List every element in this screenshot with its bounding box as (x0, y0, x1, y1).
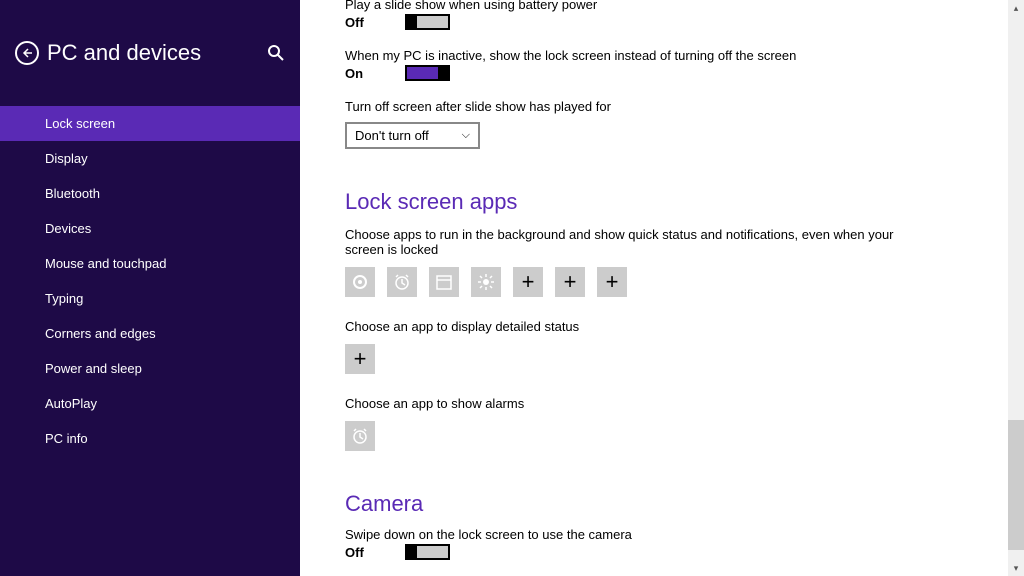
quick-status-tiles: + + + (345, 267, 964, 297)
sidebar-item-label: Lock screen (45, 116, 115, 131)
search-icon[interactable] (267, 44, 285, 62)
sidebar-item-label: Devices (45, 221, 91, 236)
quick-status-tile-3[interactable] (429, 267, 459, 297)
back-button[interactable] (15, 41, 39, 65)
scroll-down-button[interactable]: ▾ (1008, 560, 1024, 576)
lock-apps-title: Lock screen apps (345, 189, 964, 215)
turn-off-value: Don't turn off (355, 128, 429, 143)
sidebar: PC and devices Lock screen Display Bluet… (0, 0, 300, 576)
camera-desc: Swipe down on the lock screen to use the… (345, 527, 925, 542)
plus-icon: + (564, 269, 577, 295)
inactive-lockscreen-state: On (345, 66, 375, 81)
sidebar-item-label: Display (45, 151, 88, 166)
camera-state: Off (345, 545, 375, 560)
camera-title: Camera (345, 491, 964, 517)
battery-slideshow-toggle[interactable] (405, 14, 450, 30)
chevron-down-icon: ⌵ (462, 129, 470, 142)
sidebar-item-label: Corners and edges (45, 326, 156, 341)
battery-slideshow-label: Play a slide show when using battery pow… (345, 0, 964, 12)
scrollbar[interactable]: ▴ ▾ (1008, 0, 1024, 576)
sidebar-items: Lock screen Display Bluetooth Devices Mo… (0, 86, 300, 456)
detailed-status-label: Choose an app to display detailed status (345, 319, 964, 334)
plus-icon: + (354, 346, 367, 372)
scroll-thumb[interactable] (1008, 420, 1024, 550)
scroll-up-button[interactable]: ▴ (1008, 0, 1024, 16)
settings-window: PC and devices Lock screen Display Bluet… (0, 0, 1024, 576)
content-pane: Play a slide show when using battery pow… (300, 0, 1024, 576)
sidebar-item-label: Mouse and touchpad (45, 256, 166, 271)
detailed-status-add[interactable]: + (345, 344, 375, 374)
sidebar-item-display[interactable]: Display (0, 141, 300, 176)
alarms-tile[interactable] (345, 421, 375, 451)
sidebar-item-autoplay[interactable]: AutoPlay (0, 386, 300, 421)
sidebar-item-label: Typing (45, 291, 83, 306)
quick-status-tile-2[interactable] (387, 267, 417, 297)
quick-status-tile-1[interactable] (345, 267, 375, 297)
calendar-icon (435, 273, 453, 291)
sidebar-item-corners-edges[interactable]: Corners and edges (0, 316, 300, 351)
camera-toggle-row: Off (345, 544, 964, 560)
plus-icon: + (606, 269, 619, 295)
sidebar-item-lock-screen[interactable]: Lock screen (0, 106, 300, 141)
inactive-lockscreen-toggle-row: On (345, 65, 964, 81)
sidebar-item-label: PC info (45, 431, 88, 446)
sidebar-item-typing[interactable]: Typing (0, 281, 300, 316)
sidebar-item-pc-info[interactable]: PC info (0, 421, 300, 456)
inactive-lockscreen-toggle[interactable] (405, 65, 450, 81)
battery-slideshow-toggle-row: Off (345, 14, 964, 30)
turn-off-dropdown[interactable]: Don't turn off ⌵ (345, 122, 480, 149)
quick-status-tile-4[interactable] (471, 267, 501, 297)
inactive-lockscreen-label: When my PC is inactive, show the lock sc… (345, 48, 964, 63)
alarm-icon (393, 273, 411, 291)
back-arrow-icon (21, 47, 33, 59)
sidebar-item-bluetooth[interactable]: Bluetooth (0, 176, 300, 211)
turn-off-label: Turn off screen after slide show has pla… (345, 99, 964, 114)
sidebar-item-mouse-touchpad[interactable]: Mouse and touchpad (0, 246, 300, 281)
alarms-label: Choose an app to show alarms (345, 396, 964, 411)
circle-icon (351, 273, 369, 291)
quick-status-add-1[interactable]: + (513, 267, 543, 297)
sidebar-header: PC and devices (0, 0, 300, 86)
quick-status-add-2[interactable]: + (555, 267, 585, 297)
sidebar-item-label: Power and sleep (45, 361, 142, 376)
quick-status-add-3[interactable]: + (597, 267, 627, 297)
battery-slideshow-state: Off (345, 15, 375, 30)
plus-icon: + (522, 269, 535, 295)
sidebar-item-label: AutoPlay (45, 396, 97, 411)
sidebar-item-devices[interactable]: Devices (0, 211, 300, 246)
sidebar-item-label: Bluetooth (45, 186, 100, 201)
alarm-icon (351, 427, 369, 445)
sun-icon (477, 273, 495, 291)
lock-apps-desc: Choose apps to run in the background and… (345, 227, 925, 257)
camera-toggle[interactable] (405, 544, 450, 560)
sidebar-item-power-sleep[interactable]: Power and sleep (0, 351, 300, 386)
sidebar-title: PC and devices (47, 40, 259, 66)
